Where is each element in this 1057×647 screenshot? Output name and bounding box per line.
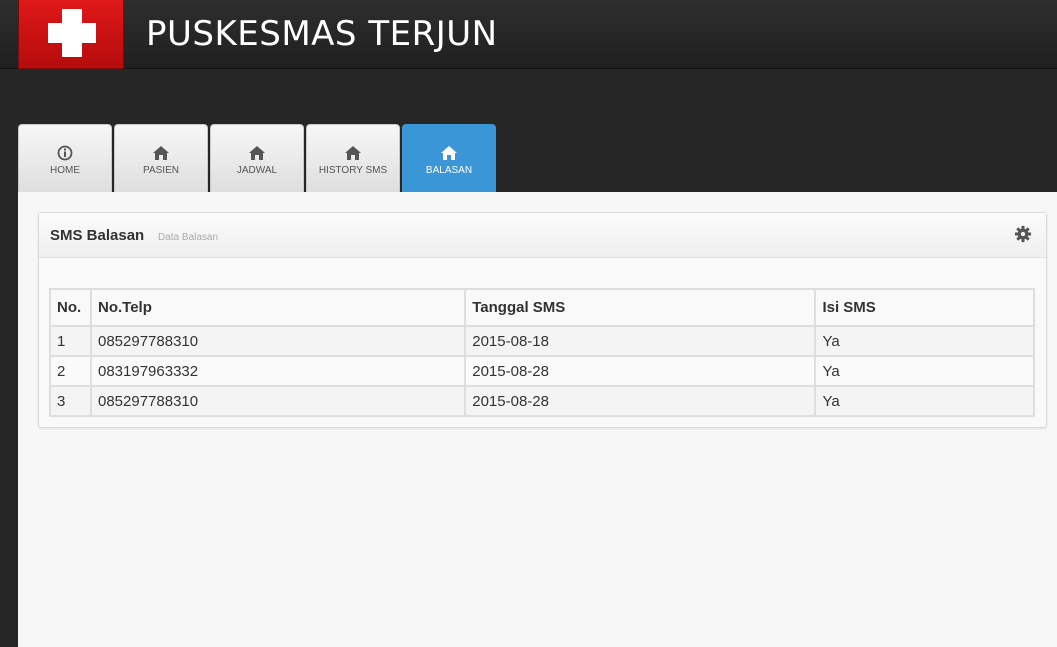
content-area: SMS Balasan Data Balasan No. No.Telp Tan…: [18, 192, 1057, 647]
column-header-isi-sms[interactable]: Isi SMS: [814, 288, 1035, 327]
tab-pasien[interactable]: PASIEN: [114, 124, 208, 192]
table-header-row: No. No.Telp Tanggal SMS Isi SMS: [49, 288, 1035, 327]
cell-isi-sms: Ya: [814, 385, 1035, 417]
logo[interactable]: [18, 0, 124, 69]
red-cross-icon: [48, 9, 96, 57]
tab-label: HISTORY SMS: [318, 165, 388, 176]
column-header-no[interactable]: No.: [49, 288, 92, 327]
cell-no-telp: 085297788310: [89, 325, 467, 357]
tab-history-sms[interactable]: HISTORY SMS: [306, 124, 400, 192]
tab-jadwal[interactable]: JADWAL: [210, 124, 304, 192]
home-icon: [441, 146, 457, 160]
panel-header: SMS Balasan Data Balasan: [39, 213, 1046, 258]
cell-no: 1: [49, 325, 92, 357]
column-header-no-telp[interactable]: No.Telp: [89, 288, 467, 327]
top-bar: PUSKESMAS TERJUN: [0, 0, 1057, 69]
panel-subtitle: Data Balasan: [158, 232, 219, 243]
cell-no-telp: 083197963332: [89, 355, 467, 387]
tab-label: HOME: [50, 165, 80, 176]
panel-title: SMS Balasan: [50, 227, 145, 244]
tab-balasan[interactable]: BALASAN: [402, 124, 496, 192]
cell-tanggal-sms: 2015-08-28: [464, 355, 817, 387]
cell-tanggal-sms: 2015-08-28: [464, 385, 817, 417]
cell-no: 3: [49, 385, 92, 417]
tab-home[interactable]: HOME: [18, 124, 112, 192]
table-row: 1 085297788310 2015-08-18 Ya: [49, 325, 1035, 357]
cell-isi-sms: Ya: [814, 325, 1035, 357]
column-header-tanggal-sms[interactable]: Tanggal SMS: [464, 288, 817, 327]
gear-icon[interactable]: [1014, 225, 1032, 243]
tab-label: BALASAN: [425, 165, 473, 176]
site-title[interactable]: PUSKESMAS TERJUN: [146, 14, 498, 54]
home-icon: [153, 146, 169, 160]
home-icon: [249, 146, 265, 160]
sms-balasan-panel: SMS Balasan Data Balasan No. No.Telp Tan…: [38, 212, 1047, 428]
table-row: 3 085297788310 2015-08-28 Ya: [49, 385, 1035, 417]
cell-no-telp: 085297788310: [89, 385, 467, 417]
tab-label: PASIEN: [143, 165, 179, 176]
home-icon: [345, 146, 361, 160]
sms-table: No. No.Telp Tanggal SMS Isi SMS 1 085297…: [49, 288, 1035, 417]
tab-label: JADWAL: [236, 165, 278, 176]
table-row: 2 083197963332 2015-08-28 Ya: [49, 355, 1035, 387]
cell-tanggal-sms: 2015-08-18: [464, 325, 817, 357]
info-icon: [57, 145, 73, 161]
cell-isi-sms: Ya: [814, 355, 1035, 387]
cell-no: 2: [49, 355, 92, 387]
